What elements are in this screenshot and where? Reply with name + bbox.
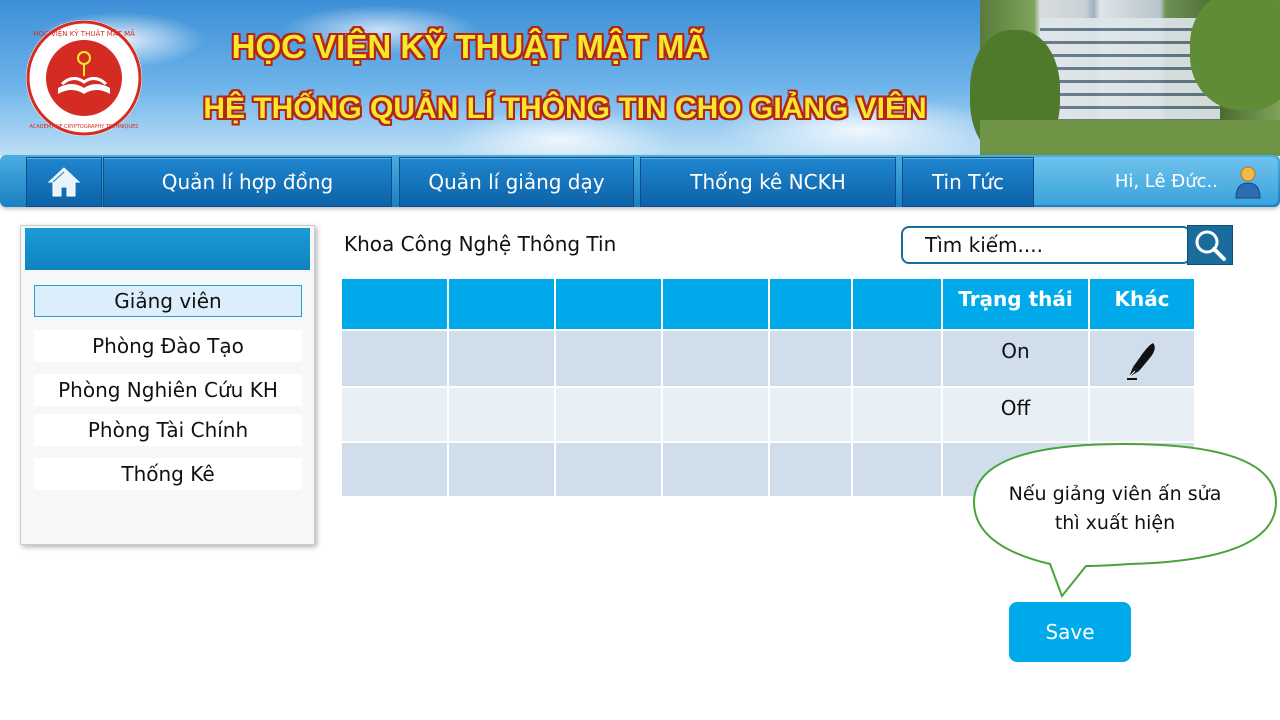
svg-text:ACADEMY OF CRYPTOGRAPHY TECHNI: ACADEMY OF CRYPTOGRAPHY TECHNIQUES bbox=[30, 124, 139, 130]
table-header-row: Trạng thái Khác bbox=[340, 277, 1196, 331]
action-cell bbox=[1088, 329, 1196, 388]
status-cell: On bbox=[941, 329, 1090, 388]
user-menu[interactable]: Hi, Lê Đức.. bbox=[1034, 157, 1278, 205]
status-cell: Off bbox=[941, 386, 1090, 443]
column-header bbox=[447, 277, 556, 331]
system-subtitle: HỆ THỐNG QUẢN LÍ THÔNG TIN CHO GIẢNG VIÊ… bbox=[203, 92, 927, 125]
table-cell bbox=[768, 441, 853, 498]
column-header bbox=[768, 277, 853, 331]
table-cell bbox=[340, 386, 449, 443]
sidebar-item-research-office[interactable]: Phòng Nghiên Cứu KH bbox=[34, 374, 302, 406]
department-title: Khoa Công Nghệ Thông Tin bbox=[344, 232, 617, 256]
search-button[interactable] bbox=[1187, 225, 1233, 265]
sidebar-item-finance-office[interactable]: Phòng Tài Chính bbox=[34, 414, 302, 446]
action-cell bbox=[1088, 386, 1196, 443]
sidebar: Giảng viên Phòng Đào Tạo Phòng Nghiên Cứ… bbox=[20, 225, 315, 545]
header-banner: HỌC VIỆN KỸ THUẬT MẬT MÃ ACADEMY OF CRYP… bbox=[0, 0, 980, 156]
column-header bbox=[851, 277, 943, 331]
nav-news[interactable]: Tin Tức bbox=[902, 157, 1034, 207]
table-cell bbox=[340, 441, 449, 498]
table-cell bbox=[340, 329, 449, 388]
home-icon bbox=[47, 167, 81, 197]
column-header-status: Trạng thái bbox=[941, 277, 1090, 331]
table-cell bbox=[447, 386, 556, 443]
user-icon bbox=[1235, 166, 1261, 199]
column-header-other: Khác bbox=[1088, 277, 1196, 331]
table-cell bbox=[851, 386, 943, 443]
table-cell bbox=[661, 386, 770, 443]
column-header bbox=[554, 277, 663, 331]
table-row: On bbox=[340, 329, 1196, 388]
nav-teaching-management[interactable]: Quản lí giảng dạy bbox=[399, 157, 634, 207]
user-greeting: Hi, Lê Đức.. bbox=[1114, 170, 1218, 192]
table-cell bbox=[851, 441, 943, 498]
table-row: Off bbox=[340, 386, 1196, 443]
table-cell bbox=[554, 329, 663, 388]
callout-text: Nếu giảng viên ấn sửa thì xuất hiện bbox=[1008, 483, 1222, 534]
save-button[interactable]: Save bbox=[1009, 602, 1131, 662]
search-icon bbox=[1195, 230, 1226, 261]
column-header bbox=[340, 277, 449, 331]
sidebar-item-lecturers[interactable]: Giảng viên bbox=[34, 285, 302, 317]
table-cell bbox=[447, 329, 556, 388]
column-header bbox=[661, 277, 770, 331]
academy-title: HỌC VIỆN KỸ THUẬT MẬT MÃ bbox=[231, 28, 709, 65]
pen-icon[interactable] bbox=[1125, 341, 1159, 381]
nav-contract-management[interactable]: Quản lí hợp đồng bbox=[103, 157, 392, 207]
table-cell bbox=[661, 329, 770, 388]
campus-photo bbox=[970, 0, 1280, 160]
table-cell bbox=[768, 329, 853, 388]
table-cell bbox=[447, 441, 556, 498]
table-cell bbox=[554, 386, 663, 443]
table-cell bbox=[768, 386, 853, 443]
table-cell bbox=[661, 441, 770, 498]
sidebar-item-training-office[interactable]: Phòng Đào Tạo bbox=[34, 330, 302, 362]
sidebar-item-statistics[interactable]: Thống Kê bbox=[34, 458, 302, 490]
table-cell bbox=[851, 329, 943, 388]
search-input[interactable] bbox=[901, 226, 1191, 264]
sidebar-header bbox=[25, 228, 310, 270]
table-cell bbox=[554, 441, 663, 498]
home-button[interactable] bbox=[26, 157, 102, 207]
main-navbar: Quản lí hợp đồng Quản lí giảng dạy Thống… bbox=[0, 155, 1280, 207]
nav-research-statistics[interactable]: Thống kê NCKH bbox=[640, 157, 896, 207]
